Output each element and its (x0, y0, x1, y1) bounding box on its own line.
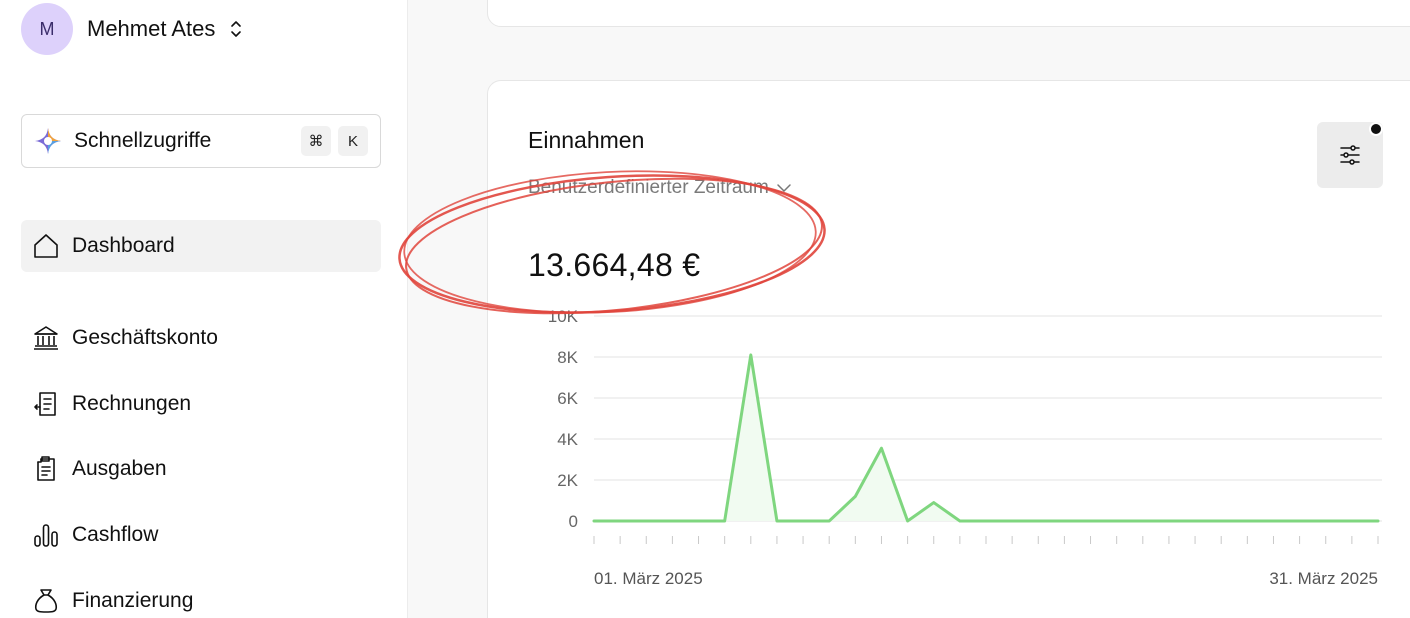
y-tick-label: 6K (557, 389, 578, 408)
y-tick-label: 8K (557, 348, 578, 367)
income-chart: 0 2K 4K 6K 8K 10K 01. März 2025 31. März 2025 (548, 307, 1382, 588)
y-tick-label: 4K (557, 430, 578, 449)
y-tick-label: 2K (557, 471, 578, 490)
x-end-label: 31. März 2025 (1269, 569, 1378, 588)
y-tick-label: 0 (569, 512, 578, 531)
series-line (592, 353, 1380, 523)
y-tick-label: 10K (548, 307, 579, 326)
series-area (594, 354, 1378, 521)
x-start-label: 01. März 2025 (594, 569, 703, 588)
